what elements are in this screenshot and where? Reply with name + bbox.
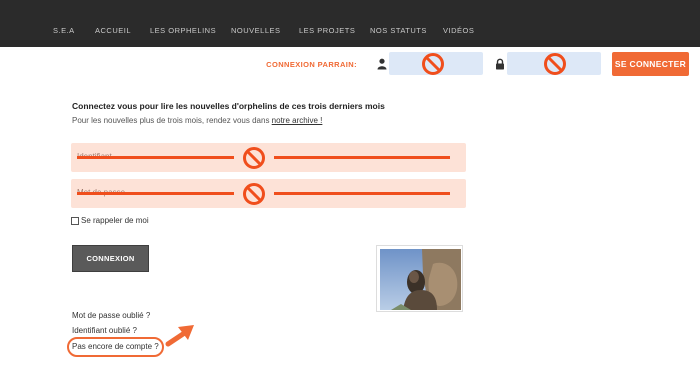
login-button[interactable]: CONNEXION [72, 245, 149, 272]
redaction-line [274, 156, 450, 159]
top-navigation: S.E.A ACCUEIL LES ORPHELINS NOUVELLES LE… [0, 0, 700, 47]
nav-item-orphelins[interactable]: LES ORPHELINS [150, 26, 216, 35]
nav-item-statuts[interactable]: NOS STATUTS [370, 26, 427, 35]
remember-label: Se rappeler de moi [81, 216, 149, 225]
redaction-line [274, 192, 450, 195]
forbidden-icon [243, 183, 265, 205]
nav-item-videos[interactable]: VIDÉOS [443, 26, 474, 35]
lock-icon [496, 58, 504, 70]
highlight-circle [67, 337, 164, 357]
forbidden-icon [422, 53, 444, 75]
forbidden-icon [544, 53, 566, 75]
user-icon [377, 58, 387, 70]
forbidden-icon [243, 147, 265, 169]
sponsor-connect-button[interactable]: SE CONNECTER [612, 52, 689, 76]
nav-item-sea[interactable]: S.E.A [53, 26, 75, 35]
forgot-username-link[interactable]: Identifiant oublié ? [72, 326, 137, 335]
redaction-line [77, 192, 234, 195]
subtitle-text: Pour les nouvelles plus de trois mois, r… [72, 116, 272, 125]
photo-image [380, 249, 461, 310]
sponsor-login-label: CONNEXION PARRAIN: [266, 60, 357, 69]
remember-me: Se rappeler de moi [71, 216, 149, 225]
archive-link[interactable]: notre archive ! [272, 116, 323, 125]
page-title: Connectez vous pour lire les nouvelles d… [72, 101, 385, 111]
nav-item-accueil[interactable]: ACCUEIL [95, 26, 131, 35]
nav-item-nouvelles[interactable]: NOUVELLES [231, 26, 281, 35]
page-subtitle: Pour les nouvelles plus de trois mois, r… [72, 116, 322, 125]
remember-checkbox[interactable] [71, 216, 79, 225]
forgot-password-link[interactable]: Mot de passe oublié ? [72, 311, 150, 320]
nav-item-projets[interactable]: LES PROJETS [299, 26, 355, 35]
arrow-pointer-icon [165, 325, 194, 347]
redaction-line [77, 156, 234, 159]
orphan-photo [376, 245, 463, 312]
